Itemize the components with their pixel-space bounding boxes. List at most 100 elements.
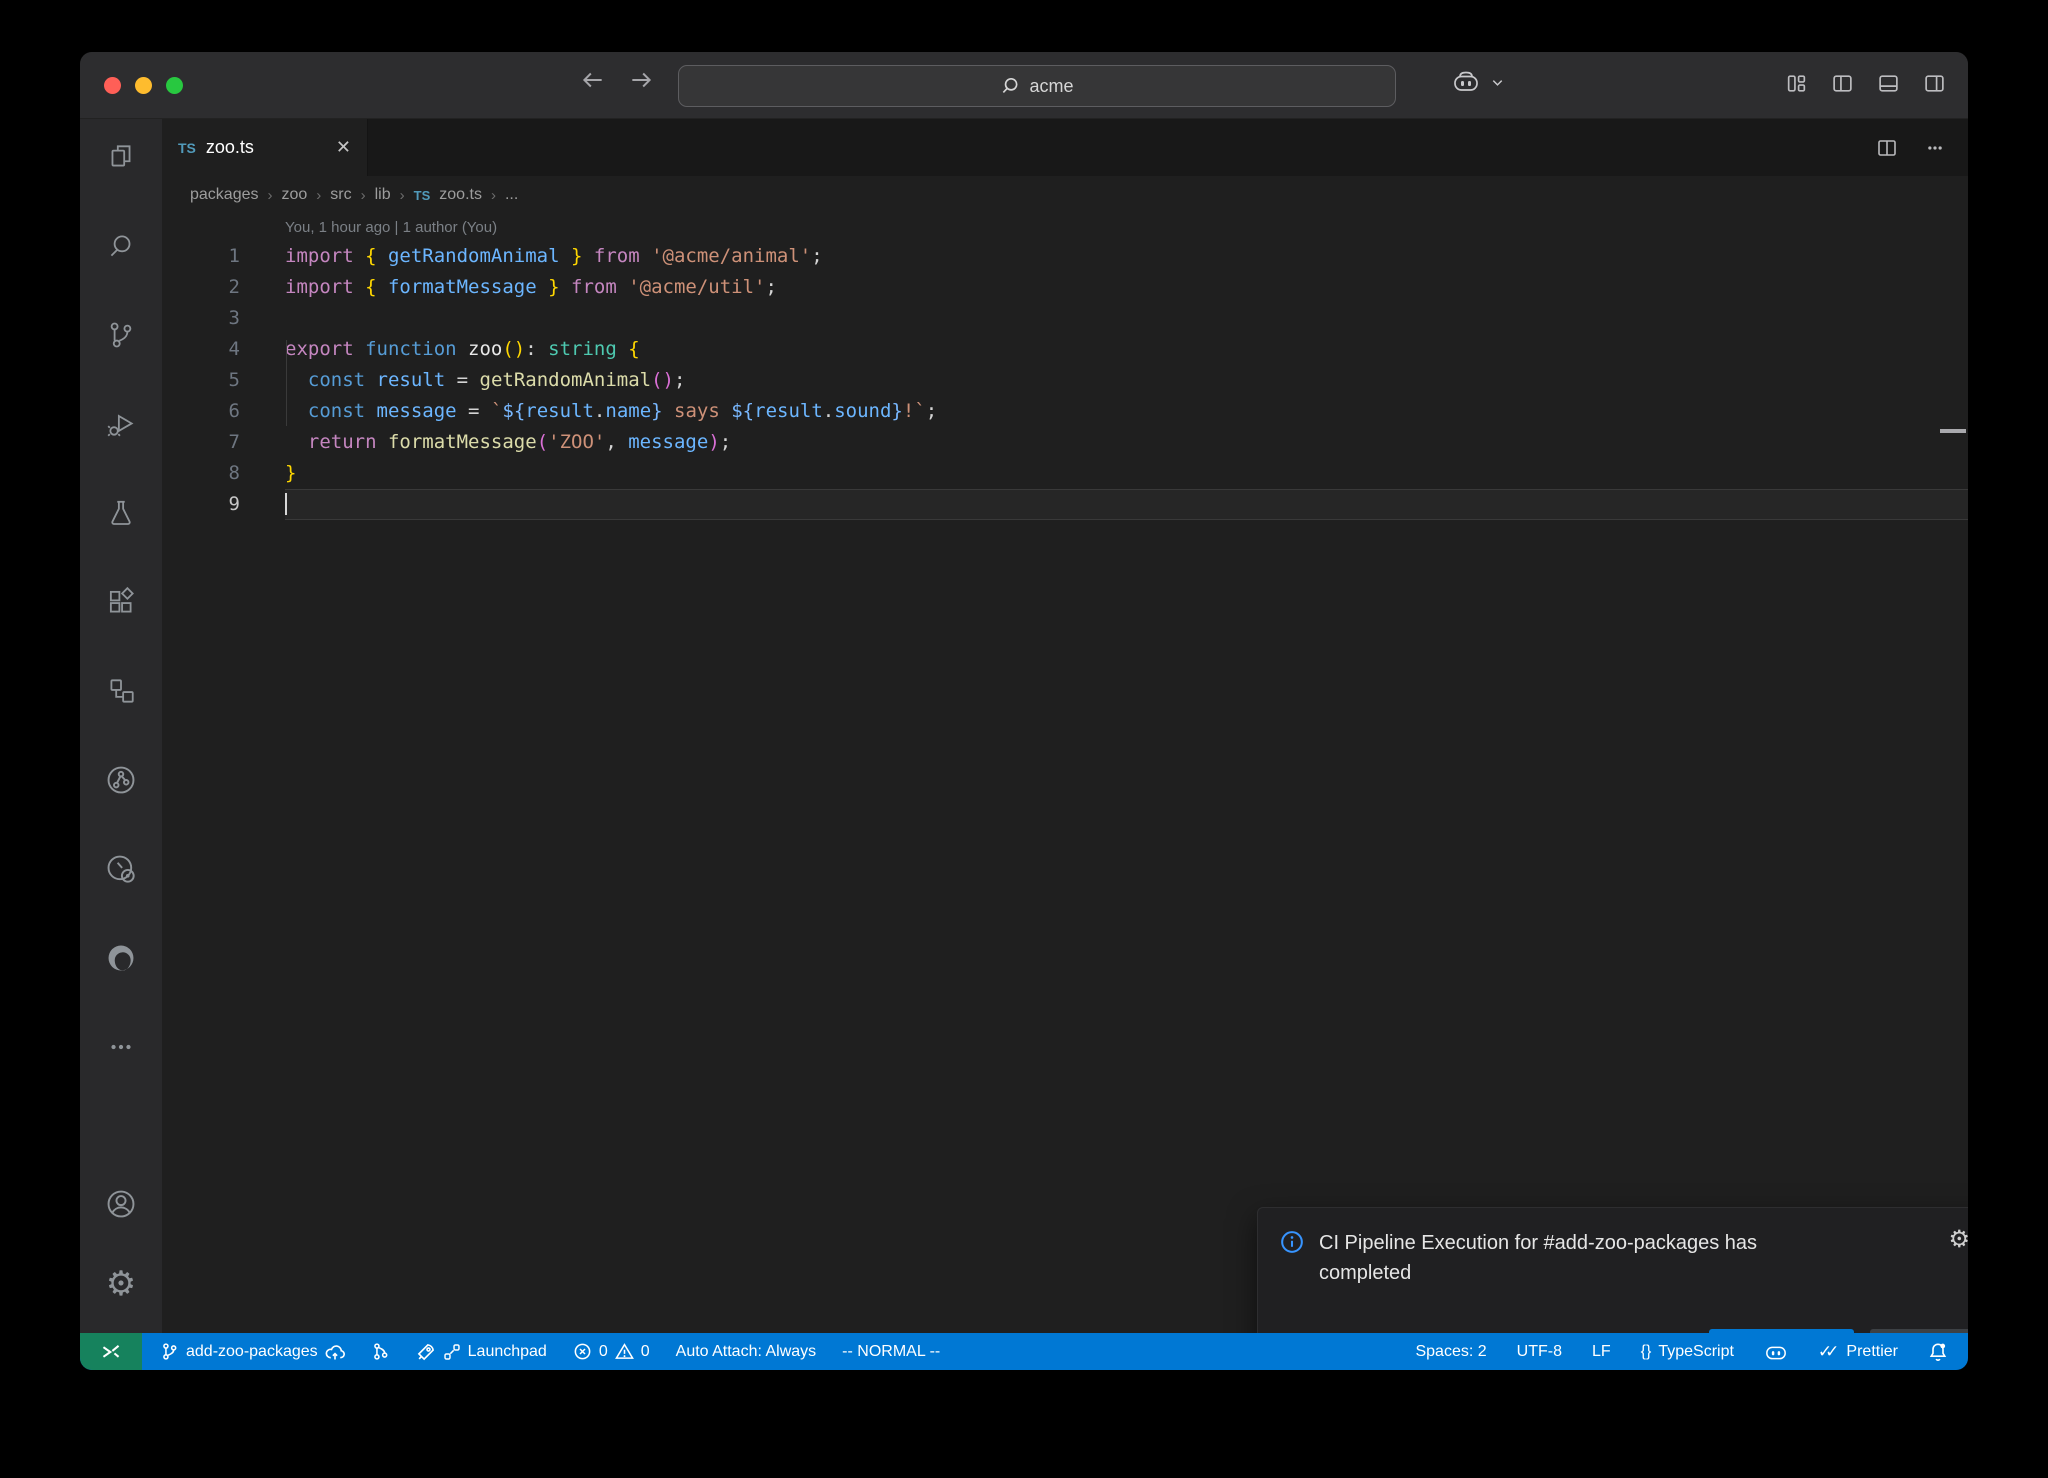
indentation-status-item[interactable]: Spaces: 2: [1415, 1343, 1486, 1361]
breadcrumb-item[interactable]: src: [330, 186, 351, 204]
code-token: {: [365, 245, 388, 267]
vscode-window: acme: [80, 52, 1968, 1370]
run-and-debug-icon[interactable]: [91, 394, 151, 454]
code-line[interactable]: 9: [162, 489, 1968, 520]
notification-settings-gear-icon[interactable]: ⚙: [1948, 1228, 1968, 1252]
code-editor[interactable]: You, 1 hour ago | 1 author (You) 1import…: [162, 214, 1968, 1334]
auto-attach-status-item[interactable]: Auto Attach: Always: [676, 1343, 817, 1361]
toggle-primary-sidebar-icon[interactable]: [1831, 72, 1854, 95]
error-count: 0: [599, 1343, 608, 1361]
line-number: 1: [162, 241, 285, 272]
code-token: export: [285, 338, 365, 360]
code-token: ${: [731, 400, 754, 422]
code-token: !`: [903, 400, 926, 422]
code-token: }: [651, 400, 662, 422]
code-token: {: [617, 338, 640, 360]
code-token: (): [651, 369, 674, 391]
code-line[interactable]: 6 const message = `${result.name} says $…: [162, 396, 1968, 427]
eol-status-item[interactable]: LF: [1592, 1343, 1611, 1361]
vim-mode-status-item[interactable]: -- NORMAL --: [842, 1343, 940, 1361]
source-control-icon[interactable]: [91, 305, 151, 365]
code-line[interactable]: 5 const result = getRandomAnimal();: [162, 365, 1968, 396]
commit-graph-icon[interactable]: [91, 750, 151, 810]
code-token: sound: [834, 400, 891, 422]
source-control-graph-item[interactable]: [371, 1342, 390, 1361]
desktop: acme: [0, 0, 2048, 1478]
search-view-icon[interactable]: [91, 216, 151, 276]
breadcrumb-item[interactable]: zoo: [282, 186, 308, 204]
navigate-back-icon[interactable]: [580, 67, 606, 93]
code-line[interactable]: 1import { getRandomAnimal } from '@acme/…: [162, 241, 1968, 272]
line-number: 5: [162, 365, 285, 396]
code-token: from: [560, 276, 629, 298]
extensions-icon[interactable]: [91, 572, 151, 632]
branch-status-item[interactable]: add-zoo-packages: [160, 1342, 345, 1362]
command-center-search[interactable]: acme: [678, 65, 1396, 107]
overview-ruler-cursor-mark: [1940, 429, 1966, 433]
tab-close-icon[interactable]: ✕: [336, 137, 351, 158]
code-token: ;: [926, 400, 937, 422]
minimize-window-button[interactable]: [135, 77, 152, 94]
code-token: (: [537, 431, 548, 453]
code-line[interactable]: 8}: [162, 458, 1968, 489]
customize-layout-icon[interactable]: [1785, 72, 1808, 95]
warning-count: 0: [641, 1343, 650, 1361]
close-window-button[interactable]: [104, 77, 121, 94]
line-content: return formatMessage('ZOO', message);: [285, 427, 1968, 458]
accounts-icon[interactable]: [91, 1174, 151, 1234]
braces-icon: {}: [1641, 1343, 1652, 1361]
code-token: [285, 431, 308, 453]
remote-indicator[interactable]: [80, 1333, 142, 1370]
notifications-bell-item[interactable]: [1928, 1342, 1948, 1362]
encoding-status-item[interactable]: UTF-8: [1517, 1343, 1562, 1361]
split-editor-icon[interactable]: [1876, 137, 1898, 159]
more-views-icon[interactable]: [91, 1017, 151, 1077]
copilot-status-item[interactable]: [1764, 1342, 1788, 1362]
toggle-panel-icon[interactable]: [1877, 72, 1900, 95]
text-cursor: [285, 493, 287, 515]
code-line[interactable]: 7 return formatMessage('ZOO', message);: [162, 427, 1968, 458]
prettier-status-item[interactable]: ✓✓ Prettier: [1818, 1342, 1898, 1362]
code-token: name: [605, 400, 651, 422]
code-token: }: [891, 400, 902, 422]
line-content: const message = `${result.name} says ${r…: [285, 396, 1968, 427]
git-branch-icon: [160, 1342, 179, 1361]
code-line[interactable]: 2import { formatMessage } from '@acme/ut…: [162, 272, 1968, 303]
code-token: const: [308, 400, 377, 422]
breadcrumb-item[interactable]: lib: [375, 186, 391, 204]
code-line[interactable]: 3: [162, 303, 1968, 334]
code-token: 'ZOO': [548, 431, 605, 453]
code-token: ;: [720, 431, 731, 453]
settings-gear-icon[interactable]: ⚙: [91, 1254, 151, 1314]
navigate-forward-icon[interactable]: [628, 67, 654, 93]
tab-zoo-ts[interactable]: TS zoo.ts ✕: [162, 119, 368, 176]
breadcrumb-item[interactable]: packages: [190, 186, 259, 204]
code-line[interactable]: 4export function zoo(): string {: [162, 334, 1968, 365]
nx-console-icon[interactable]: [91, 661, 151, 721]
code-token: return: [308, 431, 388, 453]
line-content: export function zoo(): string {: [285, 334, 1968, 365]
zoom-window-button[interactable]: [166, 77, 183, 94]
copilot-icon: [1452, 70, 1480, 94]
launchpad-status-item[interactable]: Launchpad: [416, 1342, 547, 1362]
code-token: ;: [766, 276, 777, 298]
language-status-item[interactable]: {} TypeScript: [1641, 1343, 1734, 1361]
breadcrumb-overflow[interactable]: ...: [505, 186, 518, 204]
toggle-secondary-sidebar-icon[interactable]: [1923, 72, 1946, 95]
problems-status-item[interactable]: 0 0: [573, 1342, 650, 1361]
explorer-icon[interactable]: [91, 127, 151, 187]
editor-more-actions-icon[interactable]: [1924, 137, 1946, 159]
gitlens-inspect-icon[interactable]: [91, 839, 151, 899]
edge-browser-icon[interactable]: [91, 928, 151, 988]
line-content: const result = getRandomAnimal();: [285, 365, 1968, 396]
code-token: result: [525, 400, 594, 422]
code-token: '@acme/util': [628, 276, 765, 298]
code-token: getRandomAnimal: [480, 369, 652, 391]
testing-icon[interactable]: [91, 483, 151, 543]
copilot-menu[interactable]: [1452, 70, 1505, 94]
breadcrumb-file[interactable]: zoo.ts: [439, 186, 482, 204]
code-token: ,: [605, 431, 628, 453]
code-token: ;: [811, 245, 822, 267]
code-token: formatMessage: [388, 276, 537, 298]
code-token: }: [560, 245, 583, 267]
